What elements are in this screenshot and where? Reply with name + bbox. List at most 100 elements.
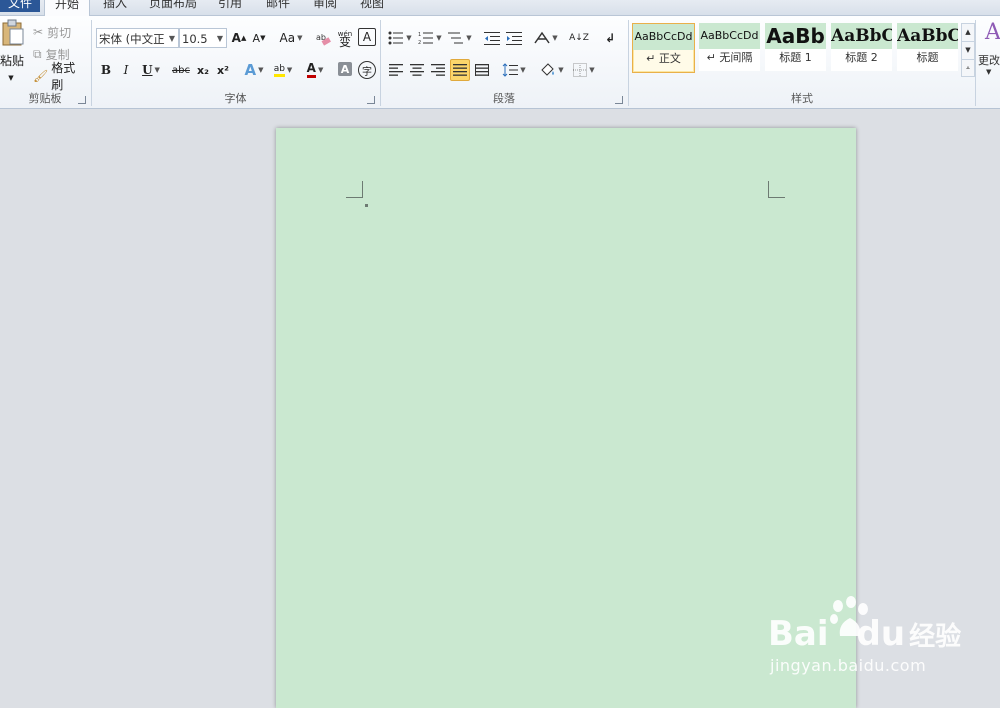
styles-gallery-scroller[interactable]: ▲ ▼ ⩡ bbox=[961, 23, 975, 77]
style-title[interactable]: AaBbC 标题 bbox=[897, 23, 958, 71]
tab-page-layout[interactable]: 页面布局 bbox=[148, 0, 198, 12]
change-styles-icon: A bbox=[985, 20, 1000, 45]
baidu-jingyan-watermark: Bai du 经验 jingyan.baidu.com bbox=[766, 596, 966, 680]
paste-icon[interactable] bbox=[0, 18, 26, 48]
style-name: ↵ 无间隔 bbox=[706, 51, 753, 64]
bullets-icon bbox=[388, 31, 404, 45]
chevron-down-icon[interactable]: ▼ bbox=[962, 41, 974, 59]
paragraph-launcher-icon[interactable] bbox=[615, 96, 623, 104]
margin-corner-mark bbox=[768, 181, 785, 198]
bullets-button[interactable]: ▼ bbox=[387, 28, 413, 48]
style-heading-1[interactable]: AaBb 标题 1 bbox=[765, 23, 826, 71]
subscript-button[interactable]: x₂ bbox=[194, 60, 212, 80]
align-center-icon[interactable] bbox=[408, 60, 426, 80]
phonetic-guide-button[interactable]: wén 变 bbox=[336, 28, 354, 48]
chevron-down-icon: ▼ bbox=[168, 34, 175, 43]
enclose-characters-button[interactable]: 字 bbox=[358, 61, 376, 79]
strikethrough-button[interactable]: abc bbox=[170, 60, 192, 80]
shrink-font-label: A bbox=[252, 31, 261, 45]
style-heading-2[interactable]: AaBbC 标题 2 bbox=[831, 23, 892, 71]
decrease-indent-icon[interactable] bbox=[483, 28, 501, 48]
distributed-align-icon[interactable] bbox=[473, 60, 491, 80]
chevron-down-icon: ▼ bbox=[520, 66, 526, 74]
change-case-label: Aa bbox=[279, 31, 296, 45]
change-case-button[interactable]: Aa ▼ bbox=[278, 28, 304, 48]
style-normal[interactable]: AaBbCcDd ↵ 正文 bbox=[632, 23, 695, 73]
group-divider bbox=[975, 20, 976, 106]
chinese-layout-icon bbox=[534, 31, 550, 44]
style-no-spacing[interactable]: AaBbCcDd ↵ 无间隔 bbox=[699, 23, 760, 71]
tab-insert[interactable]: 插入 bbox=[100, 0, 130, 12]
sort-button[interactable]: A↓Z bbox=[569, 28, 589, 48]
chinese-layout-button[interactable]: ▼ bbox=[533, 28, 559, 48]
tab-home[interactable]: 开始 bbox=[44, 0, 90, 17]
style-preview: AaBb bbox=[765, 23, 826, 49]
chevron-down-icon: ▼ bbox=[589, 66, 595, 74]
highlight-button[interactable]: ab ▼ bbox=[270, 60, 296, 80]
ribbon: 粘贴 ▼ ✂ 剪切 ⧉ 复制 🖌 格式刷 剪贴板 宋体 (中文正 ▼ 10.5 … bbox=[0, 16, 1000, 109]
format-painter-button[interactable]: 🖌 格式刷 bbox=[33, 61, 87, 92]
justify-button[interactable] bbox=[450, 59, 470, 81]
paste-dropdown-icon[interactable]: ▼ bbox=[6, 68, 16, 88]
multilevel-list-button[interactable]: ▼ bbox=[447, 28, 473, 48]
italic-button[interactable]: I bbox=[118, 60, 134, 80]
borders-button[interactable]: ▼ bbox=[571, 60, 597, 80]
bold-button[interactable]: B bbox=[98, 60, 114, 80]
shading-button[interactable]: ▼ bbox=[539, 60, 565, 80]
paint-bucket-icon bbox=[541, 63, 555, 76]
font-launcher-icon[interactable] bbox=[367, 96, 375, 104]
align-right-icon[interactable] bbox=[429, 60, 447, 80]
phonetic-char: 变 bbox=[338, 35, 351, 49]
style-preview: AaBbCcDd bbox=[633, 24, 694, 50]
chevron-down-icon: ▼ bbox=[558, 66, 564, 74]
font-color-button[interactable]: A ▼ bbox=[302, 60, 328, 80]
increase-indent-icon[interactable] bbox=[505, 28, 523, 48]
numbering-button[interactable]: 1 2 ▼ bbox=[417, 28, 443, 48]
chevron-up-icon[interactable]: ▲ bbox=[962, 24, 974, 41]
tab-mailings[interactable]: 邮件 bbox=[263, 0, 293, 12]
chevron-down-icon: ▼ bbox=[297, 34, 303, 42]
numbering-icon: 12 bbox=[418, 32, 434, 45]
svg-text:2: 2 bbox=[418, 40, 421, 45]
font-group-label: 字体 bbox=[224, 92, 247, 105]
paragraph-group: ▼ 1 2 ▼ ▼ ▼ A↓Z ↲ ▼ ▼ ▼ 段落 bbox=[381, 16, 627, 108]
font-group: 宋体 (中文正 ▼ 10.5 ▼ A ▲ A ▼ Aa ▼ ab wén 变 A B … bbox=[92, 16, 379, 108]
copy-icon: ⧉ bbox=[33, 46, 42, 61]
shrink-font-button[interactable]: A ▼ bbox=[250, 28, 268, 48]
watermark-url: jingyan.baidu.com bbox=[770, 656, 927, 675]
line-spacing-button[interactable]: ▼ bbox=[501, 60, 527, 80]
chevron-down-icon: ▼ bbox=[986, 68, 992, 76]
ribbon-tab-bar: 文件 开始 插入 页面布局 引用 邮件 审阅 视图 bbox=[0, 0, 1000, 17]
clipboard-group-label: 剪贴板 bbox=[28, 92, 62, 105]
watermark-brand-jingyan: 经验 bbox=[909, 622, 962, 652]
style-name: 标题 bbox=[916, 51, 939, 64]
tab-view[interactable]: 视图 bbox=[357, 0, 387, 12]
more-styles-icon[interactable]: ⩡ bbox=[962, 59, 974, 76]
cut-button[interactable]: ✂ 剪切 bbox=[33, 22, 77, 42]
font-name-combo[interactable]: 宋体 (中文正 ▼ bbox=[96, 28, 179, 48]
text-effects-button[interactable]: A ▼ bbox=[242, 60, 266, 80]
tab-file[interactable]: 文件 bbox=[0, 0, 40, 12]
style-preview: AaBbC bbox=[897, 23, 958, 49]
styles-group-label: 样式 bbox=[791, 92, 813, 105]
tab-review[interactable]: 审阅 bbox=[310, 0, 340, 12]
character-shading-button[interactable]: A bbox=[338, 62, 352, 76]
margin-corner-mark bbox=[346, 181, 363, 198]
clear-format-icon[interactable]: ab bbox=[316, 28, 332, 48]
font-size-combo[interactable]: 10.5 ▼ bbox=[179, 28, 227, 48]
chevron-down-icon: ▼ bbox=[466, 34, 472, 42]
grow-font-label: A bbox=[231, 31, 241, 45]
show-marks-icon[interactable]: ↲ bbox=[601, 28, 619, 48]
underline-button[interactable]: U ▼ bbox=[138, 60, 164, 80]
superscript-button[interactable]: x² bbox=[214, 60, 232, 80]
chevron-down-icon: ▼ bbox=[406, 34, 412, 42]
align-left-icon[interactable] bbox=[387, 60, 405, 80]
grow-font-button[interactable]: A ▲ bbox=[230, 28, 248, 48]
chevron-down-icon: ▼ bbox=[552, 34, 558, 42]
justify-icon bbox=[453, 64, 467, 76]
change-styles-button[interactable]: A 更改 ▼ bbox=[977, 20, 1000, 90]
clipboard-launcher-icon[interactable] bbox=[78, 96, 86, 104]
character-border-button[interactable]: A bbox=[358, 28, 376, 46]
tab-references[interactable]: 引用 bbox=[215, 0, 245, 12]
paste-label[interactable]: 粘贴 bbox=[0, 50, 24, 70]
